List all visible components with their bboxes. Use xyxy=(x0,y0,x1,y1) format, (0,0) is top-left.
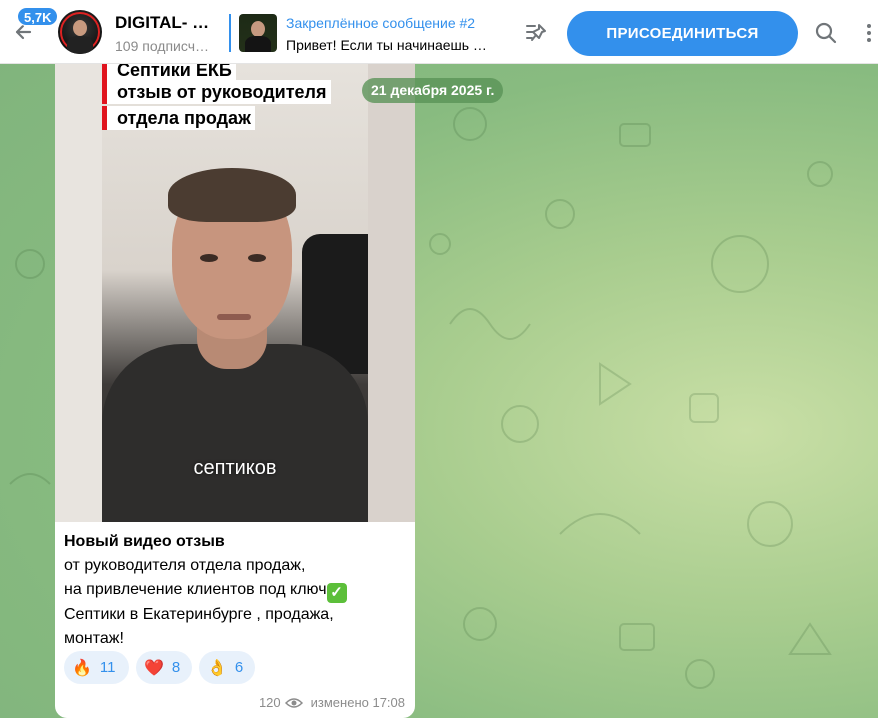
pinned-divider xyxy=(229,14,231,52)
search-icon[interactable] xyxy=(813,20,839,46)
pinned-message-title[interactable]: Закреплённое сообщение #2 xyxy=(286,15,475,31)
channel-message[interactable]: Септики ЕКБ отзыв от руководителя отдела… xyxy=(55,64,415,718)
message-text: Новый видео отзыв от руководителя отдела… xyxy=(64,530,409,651)
avatar-face xyxy=(73,20,87,36)
video-subtitle: септиков xyxy=(193,457,277,479)
pinned-list-icon[interactable] xyxy=(524,20,550,46)
avatar-body xyxy=(67,36,93,54)
reaction-heart-count: 8 xyxy=(171,659,181,676)
channel-subscribers: 109 подписч… xyxy=(115,38,210,54)
overlay-line-3: отдела продаж xyxy=(102,106,255,130)
ok-hand-icon: 👌 xyxy=(207,659,227,677)
eye-icon xyxy=(284,697,303,708)
reaction-ok-count: 6 xyxy=(234,659,244,676)
unread-count-badge: 5,7K xyxy=(17,7,59,26)
fire-icon: 🔥 xyxy=(72,659,92,677)
message-meta: 120 изменено 17:08 xyxy=(259,695,405,710)
heart-icon: ❤️ xyxy=(144,659,164,677)
reaction-heart[interactable]: ❤️ 8 xyxy=(136,651,192,684)
reaction-fire[interactable]: 🔥 11 xyxy=(64,651,129,684)
pinned-message-thumbnail[interactable] xyxy=(239,14,277,52)
video-person-hair xyxy=(168,168,296,222)
thumb-face xyxy=(251,21,265,37)
join-channel-button[interactable]: ПРИСОЕДИНИТЬСЯ xyxy=(567,11,798,56)
channel-avatar[interactable] xyxy=(58,10,102,54)
reaction-fire-count: 11 xyxy=(99,659,116,676)
message-line-5: монтаж! xyxy=(64,630,124,647)
video-person-torso xyxy=(102,344,368,522)
check-mark-icon: ✓ xyxy=(326,583,347,603)
message-line-2: от руководителя отдела продаж, xyxy=(64,557,306,574)
video-person-mouth xyxy=(217,314,251,320)
message-line-3-wrap: на привлечение клиентов под ключ ✓ xyxy=(64,578,409,603)
channel-title[interactable]: DIGITAL- … xyxy=(115,13,209,33)
video-person-eye-right xyxy=(248,254,266,262)
thumb-body xyxy=(245,36,271,52)
video-frame xyxy=(102,64,368,522)
message-line-3: на привлечение клиентов под ключ xyxy=(64,581,327,598)
view-count: 120 xyxy=(258,695,281,710)
date-separator: 21 декабря 2025 г. xyxy=(362,78,504,103)
video-person-eye-left xyxy=(200,254,218,262)
message-line-1: Новый видео отзыв xyxy=(64,533,225,550)
more-options-icon[interactable] xyxy=(860,20,878,46)
pinned-message-text[interactable]: Привет! Если ты начинаешь … xyxy=(286,37,487,53)
video-preview[interactable]: Септики ЕКБ отзыв от руководителя отдела… xyxy=(55,64,415,522)
message-line-4: Септики в Екатеринбурге , продажа, xyxy=(64,606,334,623)
overlay-line-2: отзыв от руководителя xyxy=(102,80,331,104)
reaction-ok[interactable]: 👌 6 xyxy=(199,651,255,684)
edited-time: изменено 17:08 xyxy=(310,695,405,710)
chat-header: 5,7K DIGITAL- … 109 подписч… Закреплённо… xyxy=(0,0,878,64)
